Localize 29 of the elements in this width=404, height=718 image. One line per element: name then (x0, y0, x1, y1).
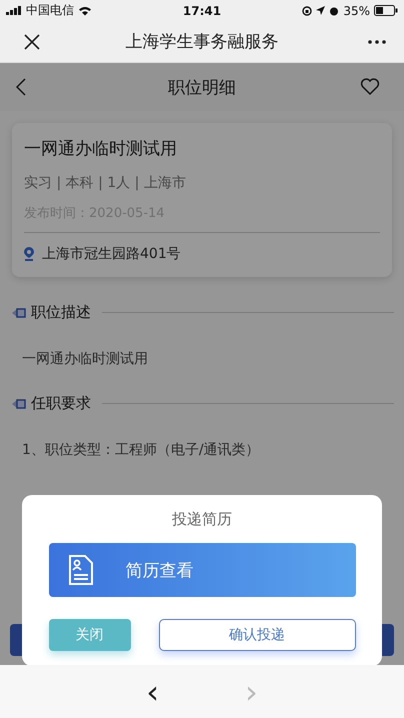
job-title: 一网通办临时测试用 (24, 138, 178, 160)
more-icon[interactable] (368, 40, 386, 44)
back-icon[interactable] (16, 78, 26, 96)
section-marker-icon (12, 398, 26, 408)
location-icon (316, 6, 326, 15)
clock-time: 17:41 (182, 4, 222, 18)
section-text: 1、职位类型：工程师（电子/通讯类） (21, 441, 261, 459)
app-title: 上海学生事务融服务 (126, 31, 278, 53)
confirm-button[interactable]: 确认投递 (158, 619, 356, 651)
resume-view-button[interactable]: 简历查看 (48, 543, 356, 597)
dialog-title: 投递简历 (172, 510, 232, 529)
battery-icon (374, 5, 398, 16)
close-button[interactable]: 关闭 (48, 619, 130, 651)
page-title: 职位明细 (168, 76, 236, 98)
job-meta: 实习 | 本科 | 1人 | 上海市 (24, 174, 187, 192)
carrier-name: 中国电信 (26, 2, 74, 19)
signal-icon (6, 6, 22, 15)
section-heading: 职位描述 (31, 303, 91, 322)
resume-icon (68, 554, 94, 586)
wifi-icon (78, 6, 92, 16)
close-icon[interactable] (24, 34, 40, 50)
job-address: 上海市冠生园路401号 (42, 245, 181, 263)
section-text: 一网通办临时测试用 (21, 350, 149, 368)
battery-percent: 35% (343, 4, 370, 18)
section-heading: 任职要求 (31, 394, 91, 413)
heart-icon[interactable] (360, 78, 380, 96)
lock-rotation-icon (302, 6, 312, 16)
section-marker-icon (12, 308, 26, 318)
location-pin-icon (24, 247, 34, 261)
